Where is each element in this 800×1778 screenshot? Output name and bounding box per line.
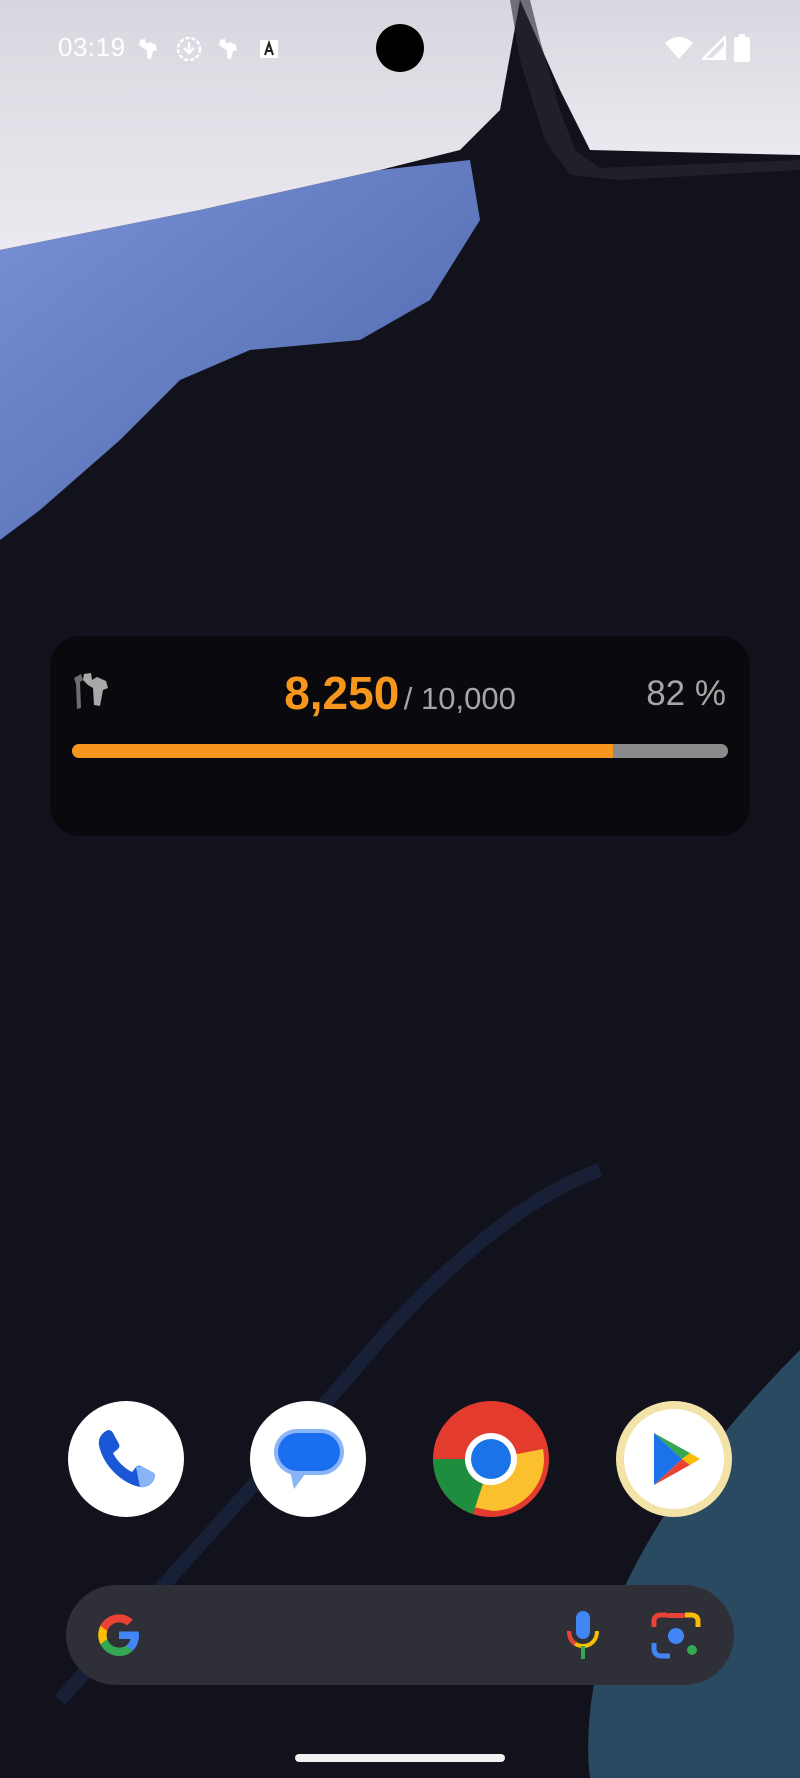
battery-icon bbox=[734, 34, 750, 67]
step-summary: 8,250 / 10,000 bbox=[50, 666, 750, 720]
signal-icon bbox=[699, 33, 727, 65]
gesture-nav-handle[interactable] bbox=[295, 1754, 505, 1762]
mic-icon[interactable] bbox=[560, 1609, 606, 1661]
messages-app-icon[interactable] bbox=[250, 1401, 366, 1517]
step-counter-widget[interactable]: 8,250 / 10,000 82 % bbox=[50, 636, 750, 836]
google-search-bar[interactable] bbox=[66, 1585, 734, 1685]
clock: 03:19 bbox=[58, 32, 126, 62]
camera-cutout bbox=[376, 24, 424, 72]
status-bar: 03:19 bbox=[0, 0, 800, 100]
play-store-app-icon[interactable] bbox=[616, 1401, 732, 1517]
shoe-icon bbox=[134, 34, 164, 64]
phone-app-icon[interactable] bbox=[68, 1401, 184, 1517]
step-count: 8,250 bbox=[284, 667, 400, 719]
wifi-icon bbox=[664, 36, 694, 65]
shoe-icon bbox=[214, 34, 244, 64]
google-logo-icon bbox=[94, 1610, 144, 1660]
system-icons bbox=[664, 33, 750, 67]
lens-icon[interactable] bbox=[650, 1609, 702, 1661]
notification-icons bbox=[134, 34, 284, 64]
font-icon bbox=[254, 34, 284, 64]
step-percent: 82 % bbox=[646, 674, 726, 713]
step-goal: / 10,000 bbox=[403, 681, 516, 716]
download-icon bbox=[174, 34, 204, 64]
step-progress-bar bbox=[72, 744, 728, 758]
chrome-app-icon[interactable] bbox=[433, 1401, 549, 1517]
step-progress-fill bbox=[72, 744, 614, 758]
